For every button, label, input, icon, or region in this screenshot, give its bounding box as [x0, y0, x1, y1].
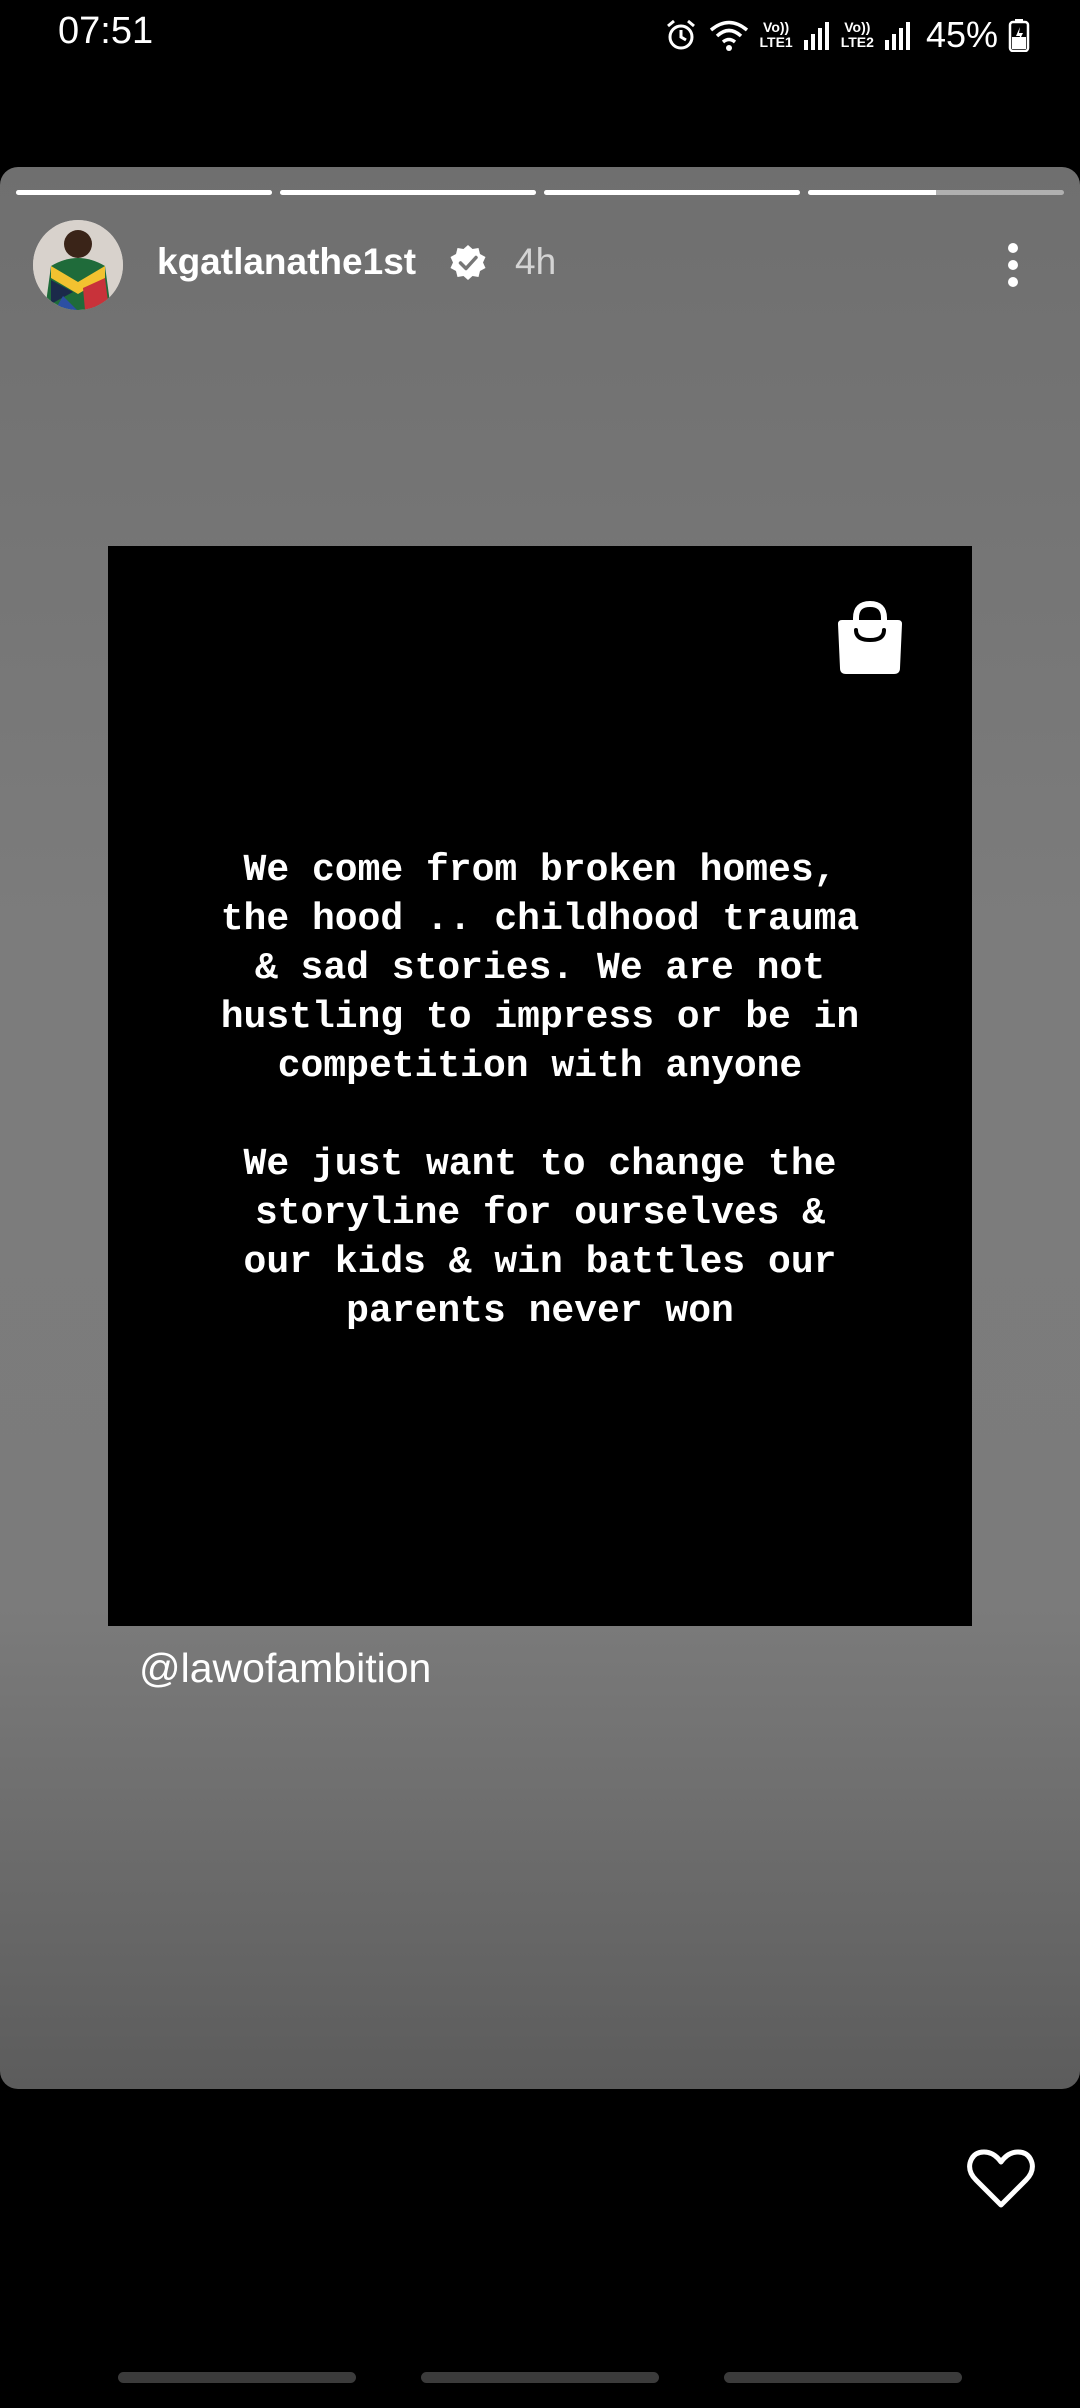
system-navigation-bar	[0, 2372, 1080, 2392]
more-options-button[interactable]	[990, 239, 1036, 291]
signal-icon	[884, 20, 912, 50]
mention-sticker[interactable]: @lawofambition	[139, 1645, 431, 1692]
story-progress-segment	[808, 190, 1064, 195]
sim2-network-type: LTE2	[840, 34, 874, 50]
story-timestamp: 4h	[515, 241, 557, 282]
heart-icon[interactable]	[966, 2148, 1036, 2210]
more-dot	[1008, 277, 1018, 287]
story-progress-fill	[808, 190, 936, 195]
story-quote-text: We come from broken homes, the hood .. c…	[220, 849, 860, 1333]
more-dot	[1008, 243, 1018, 253]
sim2-volte-label: Vo)) LTE2	[841, 20, 874, 50]
signal-icon	[803, 20, 831, 50]
avatar[interactable]	[33, 220, 123, 310]
battery-percentage: 45%	[925, 14, 998, 55]
story-post-image: We come from broken homes, the hood .. c…	[108, 546, 972, 1626]
story-progress-segment	[544, 190, 800, 195]
more-dot	[1008, 260, 1018, 270]
status-icons: Vo)) LTE1 Vo)) LTE2 45%	[664, 12, 1030, 58]
verified-badge-icon	[450, 245, 486, 280]
status-bar: 07:51 Vo)) LTE1 Vo)) LTE2 45%	[0, 0, 1080, 70]
status-time: 07:51	[58, 10, 154, 52]
nav-recents-button[interactable]	[118, 2372, 356, 2383]
sim1-volte-top: Vo))	[763, 19, 790, 35]
story-progress-bar	[16, 190, 1064, 195]
battery-icon	[1008, 18, 1030, 52]
nav-home-button[interactable]	[421, 2372, 659, 2383]
alarm-icon	[664, 18, 698, 52]
story-username[interactable]: kgatlanathe1st	[157, 241, 416, 283]
sim1-volte-label: Vo)) LTE1	[760, 20, 793, 50]
story-progress-fill	[544, 190, 800, 195]
story-viewer[interactable]: kgatlanathe1st 4h We come from broken ho…	[0, 167, 1080, 2089]
story-progress-segment	[280, 190, 536, 195]
wifi-icon	[708, 18, 750, 52]
story-progress-fill	[16, 190, 272, 195]
nav-back-button[interactable]	[724, 2372, 962, 2383]
story-progress-segment	[16, 190, 272, 195]
sim1-network-type: LTE1	[759, 34, 793, 50]
shopping-bag-icon[interactable]	[832, 598, 908, 678]
sim2-volte-top: Vo))	[844, 19, 871, 35]
story-progress-fill	[280, 190, 536, 195]
